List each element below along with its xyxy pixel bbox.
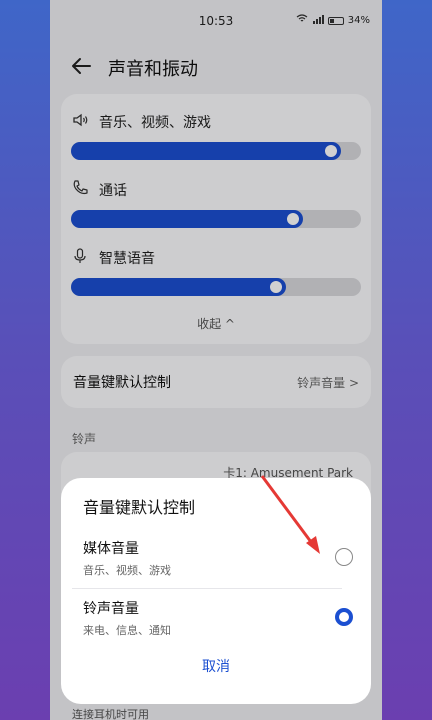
option-media-volume[interactable]: 媒体音量 音乐、视频、游戏	[83, 538, 353, 582]
radio-button[interactable]	[335, 608, 353, 626]
option-title: 媒体音量	[83, 541, 139, 557]
option-ring-volume[interactable]: 铃声音量 来电、信息、通知	[83, 598, 353, 642]
option-subtitle: 来电、信息、通知	[83, 624, 171, 637]
dialog-title: 音量键默认控制	[83, 498, 196, 517]
radio-button[interactable]	[335, 548, 353, 566]
option-title: 铃声音量	[83, 601, 139, 617]
volume-key-dialog: 音量键默认控制 媒体音量 音乐、视频、游戏 铃声音量 来电、信息、通知 取消	[61, 478, 371, 704]
cancel-button[interactable]: 取消	[61, 656, 371, 676]
phone-screen: 10:53 34% 声音和振动 音乐、视频、游戏 通话 智慧语音 收起 ^ 音量…	[50, 0, 382, 720]
option-subtitle: 音乐、视频、游戏	[83, 564, 171, 577]
dialog-divider	[72, 588, 342, 589]
